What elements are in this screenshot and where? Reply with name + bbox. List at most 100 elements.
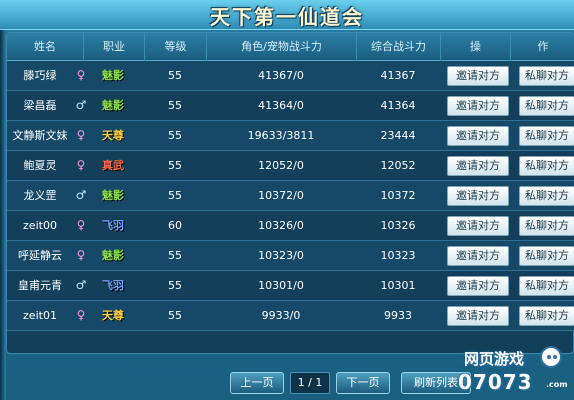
player-job: 天尊 bbox=[102, 309, 124, 322]
player-level: 55 bbox=[168, 189, 182, 202]
player-level: 55 bbox=[168, 309, 182, 322]
player-level: 55 bbox=[168, 129, 182, 142]
header-total: 综合战斗力 bbox=[356, 33, 440, 61]
table-row: 呼延静云 ♀ 魅影 55 10323/0 10323 邀请对方 私聊对方 bbox=[7, 241, 574, 271]
male-icon: ♂ bbox=[75, 278, 87, 292]
player-power: 9933/0 bbox=[261, 309, 301, 322]
private-chat-button[interactable]: 私聊对方 bbox=[519, 246, 574, 266]
private-chat-button[interactable]: 私聊对方 bbox=[519, 186, 574, 206]
male-icon: ♂ bbox=[75, 98, 87, 112]
player-job: 魅影 bbox=[102, 69, 124, 82]
header-job: 职业 bbox=[83, 33, 144, 61]
player-power: 41364/0 bbox=[258, 99, 304, 112]
player-job: 真武 bbox=[102, 159, 124, 172]
invite-button[interactable]: 邀请对方 bbox=[447, 216, 509, 236]
player-total-power: 10301 bbox=[380, 279, 416, 292]
watermark-suffix: .com bbox=[546, 380, 568, 389]
invite-button[interactable]: 邀请对方 bbox=[447, 96, 509, 116]
player-job: 飞羽 bbox=[102, 279, 124, 292]
player-total-power: 12052 bbox=[380, 159, 416, 172]
player-job: 魅影 bbox=[102, 249, 124, 262]
watermark-number: 07073 bbox=[458, 370, 533, 394]
header-op1: 操 bbox=[440, 33, 510, 61]
female-icon: ♀ bbox=[76, 158, 86, 172]
invite-button[interactable]: 邀请对方 bbox=[447, 306, 509, 326]
page-indicator: 1 / 1 bbox=[290, 372, 330, 394]
private-chat-button[interactable]: 私聊对方 bbox=[519, 306, 574, 326]
header-name: 姓名 bbox=[34, 40, 56, 53]
table-header: 姓名 职业 等级 角色/宠物战斗力 综合战斗力 操 作 bbox=[7, 33, 574, 61]
player-name: 文静斯文妹 bbox=[12, 129, 68, 142]
table-row: zeit00 ♀ 飞羽 60 10326/0 10326 邀请对方 私聊对方 bbox=[7, 211, 574, 241]
player-power: 10323/0 bbox=[258, 249, 304, 262]
player-total-power: 10323 bbox=[380, 249, 416, 262]
player-name: 呼延静云 bbox=[18, 249, 62, 262]
player-name: 皇甫元青 bbox=[18, 279, 62, 292]
table-row: 梁昌磊 ♂ 魅影 55 41364/0 41364 邀请对方 私聊对方 bbox=[7, 91, 574, 121]
private-chat-button[interactable]: 私聊对方 bbox=[519, 276, 574, 296]
player-name: zeit01 bbox=[23, 309, 57, 322]
title-bar: 天下第一仙道会 bbox=[0, 0, 574, 30]
male-icon: ♂ bbox=[75, 188, 87, 202]
player-level: 55 bbox=[168, 159, 182, 172]
player-level: 55 bbox=[168, 249, 182, 262]
header-power: 角色/宠物战斗力 bbox=[206, 33, 356, 61]
next-page-button[interactable]: 下一页 bbox=[336, 372, 390, 394]
private-chat-button[interactable]: 私聊对方 bbox=[519, 66, 574, 86]
game-window: 天下第一仙道会 姓名 职业 等级 角色/宠物战斗力 综合战斗力 操 作 滕巧绿 ♀… bbox=[0, 0, 574, 400]
player-level: 60 bbox=[168, 219, 182, 232]
invite-button[interactable]: 邀请对方 bbox=[447, 126, 509, 146]
private-chat-button[interactable]: 私聊对方 bbox=[519, 156, 574, 176]
female-icon: ♀ bbox=[76, 308, 86, 322]
prev-page-button[interactable]: 上一页 bbox=[230, 372, 284, 394]
player-job: 天尊 bbox=[102, 129, 124, 142]
private-chat-button[interactable]: 私聊对方 bbox=[519, 126, 574, 146]
player-total-power: 10372 bbox=[380, 189, 416, 202]
player-power: 19633/3811 bbox=[247, 129, 315, 142]
player-job: 魅影 bbox=[102, 189, 124, 202]
table-row: 龙义罡 ♂ 魅影 55 10372/0 10372 邀请对方 私聊对方 bbox=[7, 181, 574, 211]
invite-button[interactable]: 邀请对方 bbox=[447, 246, 509, 266]
table-row: 皇甫元青 ♂ 飞羽 55 10301/0 10301 邀请对方 私聊对方 bbox=[7, 271, 574, 301]
player-name: 滕巧绿 bbox=[23, 69, 57, 82]
female-icon: ♀ bbox=[76, 128, 86, 142]
private-chat-button[interactable]: 私聊对方 bbox=[519, 96, 574, 116]
player-power: 10372/0 bbox=[258, 189, 304, 202]
player-name: 梁昌磊 bbox=[23, 99, 57, 112]
player-level: 55 bbox=[168, 69, 182, 82]
player-total-power: 23444 bbox=[380, 129, 416, 142]
player-level: 55 bbox=[168, 99, 182, 112]
private-chat-button[interactable]: 私聊对方 bbox=[519, 216, 574, 236]
header-op2: 作 bbox=[510, 33, 574, 61]
player-power: 10301/0 bbox=[258, 279, 304, 292]
player-name: zeit00 bbox=[23, 219, 57, 232]
player-total-power: 9933 bbox=[384, 309, 412, 322]
invite-button[interactable]: 邀请对方 bbox=[447, 66, 509, 86]
player-power: 41367/0 bbox=[258, 69, 304, 82]
watermark: 网页游戏 07073 .com bbox=[454, 344, 574, 400]
player-total-power: 10326 bbox=[380, 219, 416, 232]
table-row: 文静斯文妹 ♀ 天尊 55 19633/3811 23444 邀请对方 私聊对方 bbox=[7, 121, 574, 151]
player-name: 龙义罡 bbox=[23, 189, 57, 202]
mascot-icon bbox=[540, 346, 562, 368]
player-job: 魅影 bbox=[102, 99, 124, 112]
player-total-power: 41364 bbox=[380, 99, 416, 112]
window-title: 天下第一仙道会 bbox=[210, 5, 364, 29]
watermark-text: 网页游戏 bbox=[464, 350, 525, 368]
player-power: 10326/0 bbox=[258, 219, 304, 232]
player-name: 鲍夏灵 bbox=[23, 159, 57, 172]
ranking-list: 滕巧绿 ♀ 魅影 55 41367/0 41367 邀请对方 私聊对方 梁昌磊 ♂ 魅影 55 4136… bbox=[7, 61, 574, 331]
header-level: 等级 bbox=[144, 33, 206, 61]
table-row: zeit01 ♀ 天尊 55 9933/0 9933 邀请对方 私聊对方 bbox=[7, 301, 574, 331]
ranking-panel: 姓名 职业 等级 角色/宠物战斗力 综合战斗力 操 作 滕巧绿 ♀ 魅影 55 4136… bbox=[6, 32, 574, 354]
female-icon: ♀ bbox=[76, 68, 86, 82]
table-row: 滕巧绿 ♀ 魅影 55 41367/0 41367 邀请对方 私聊对方 bbox=[7, 61, 574, 91]
female-icon: ♀ bbox=[76, 248, 86, 262]
invite-button[interactable]: 邀请对方 bbox=[447, 186, 509, 206]
female-icon: ♀ bbox=[76, 218, 86, 232]
table-row: 鲍夏灵 ♀ 真武 55 12052/0 12052 邀请对方 私聊对方 bbox=[7, 151, 574, 181]
player-job: 飞羽 bbox=[102, 219, 124, 232]
invite-button[interactable]: 邀请对方 bbox=[447, 276, 509, 296]
invite-button[interactable]: 邀请对方 bbox=[447, 156, 509, 176]
player-level: 55 bbox=[168, 279, 182, 292]
